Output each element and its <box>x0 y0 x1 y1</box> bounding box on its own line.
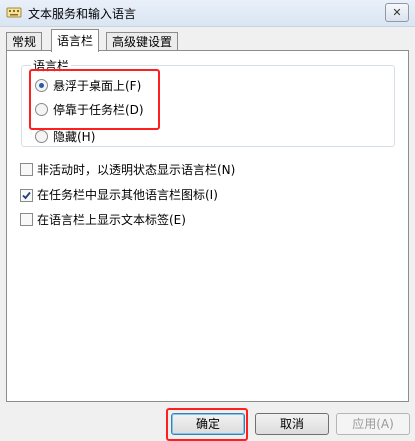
radio-label: 悬浮于桌面上(F) <box>53 79 142 93</box>
apply-button[interactable]: 应用(A) <box>336 413 410 435</box>
close-icon: ✕ <box>392 6 402 19</box>
checkmark-icon <box>22 191 31 200</box>
radio-label: 隐藏(H) <box>53 130 96 144</box>
close-button[interactable]: ✕ <box>385 3 409 22</box>
radio-dock-in-taskbar[interactable]: 停靠于任务栏(D) <box>35 102 144 118</box>
radio-label: 停靠于任务栏(D) <box>53 103 144 117</box>
tab-advanced-key-settings[interactable]: 高级键设置 <box>106 32 179 51</box>
checkbox-transparent-when-inactive[interactable]: 非活动时，以透明状态显示语言栏(N) <box>20 162 235 178</box>
window-title: 文本服务和输入语言 <box>28 7 137 21</box>
radio-button-selected[interactable] <box>35 79 48 92</box>
checkbox-show-extra-icons[interactable]: 在任务栏中显示其他语言栏图标(I) <box>20 187 218 203</box>
checkbox[interactable] <box>20 163 33 176</box>
checkbox[interactable] <box>20 213 33 226</box>
radio-button[interactable] <box>35 130 48 143</box>
radio-float-on-desktop[interactable]: 悬浮于桌面上(F) <box>35 78 141 94</box>
tab-language-bar[interactable]: 语言栏 <box>51 29 100 52</box>
checkbox-label: 非活动时，以透明状态显示语言栏(N) <box>37 163 236 177</box>
checkbox-checked[interactable] <box>20 189 33 202</box>
cancel-button[interactable]: 取消 <box>255 413 329 435</box>
keyboard-language-icon <box>6 7 22 18</box>
ok-button[interactable]: 确定 <box>171 413 245 435</box>
checkbox-show-text-labels[interactable]: 在语言栏上显示文本标签(E) <box>20 212 186 228</box>
title-bar: 文本服务和输入语言 ✕ <box>0 0 415 27</box>
radio-button[interactable] <box>35 103 48 116</box>
checkbox-label: 在语言栏上显示文本标签(E) <box>37 213 186 227</box>
checkbox-label: 在任务栏中显示其他语言栏图标(I) <box>37 188 218 202</box>
tab-general[interactable]: 常规 <box>6 32 43 51</box>
radio-hidden[interactable]: 隐藏(H) <box>35 129 95 145</box>
